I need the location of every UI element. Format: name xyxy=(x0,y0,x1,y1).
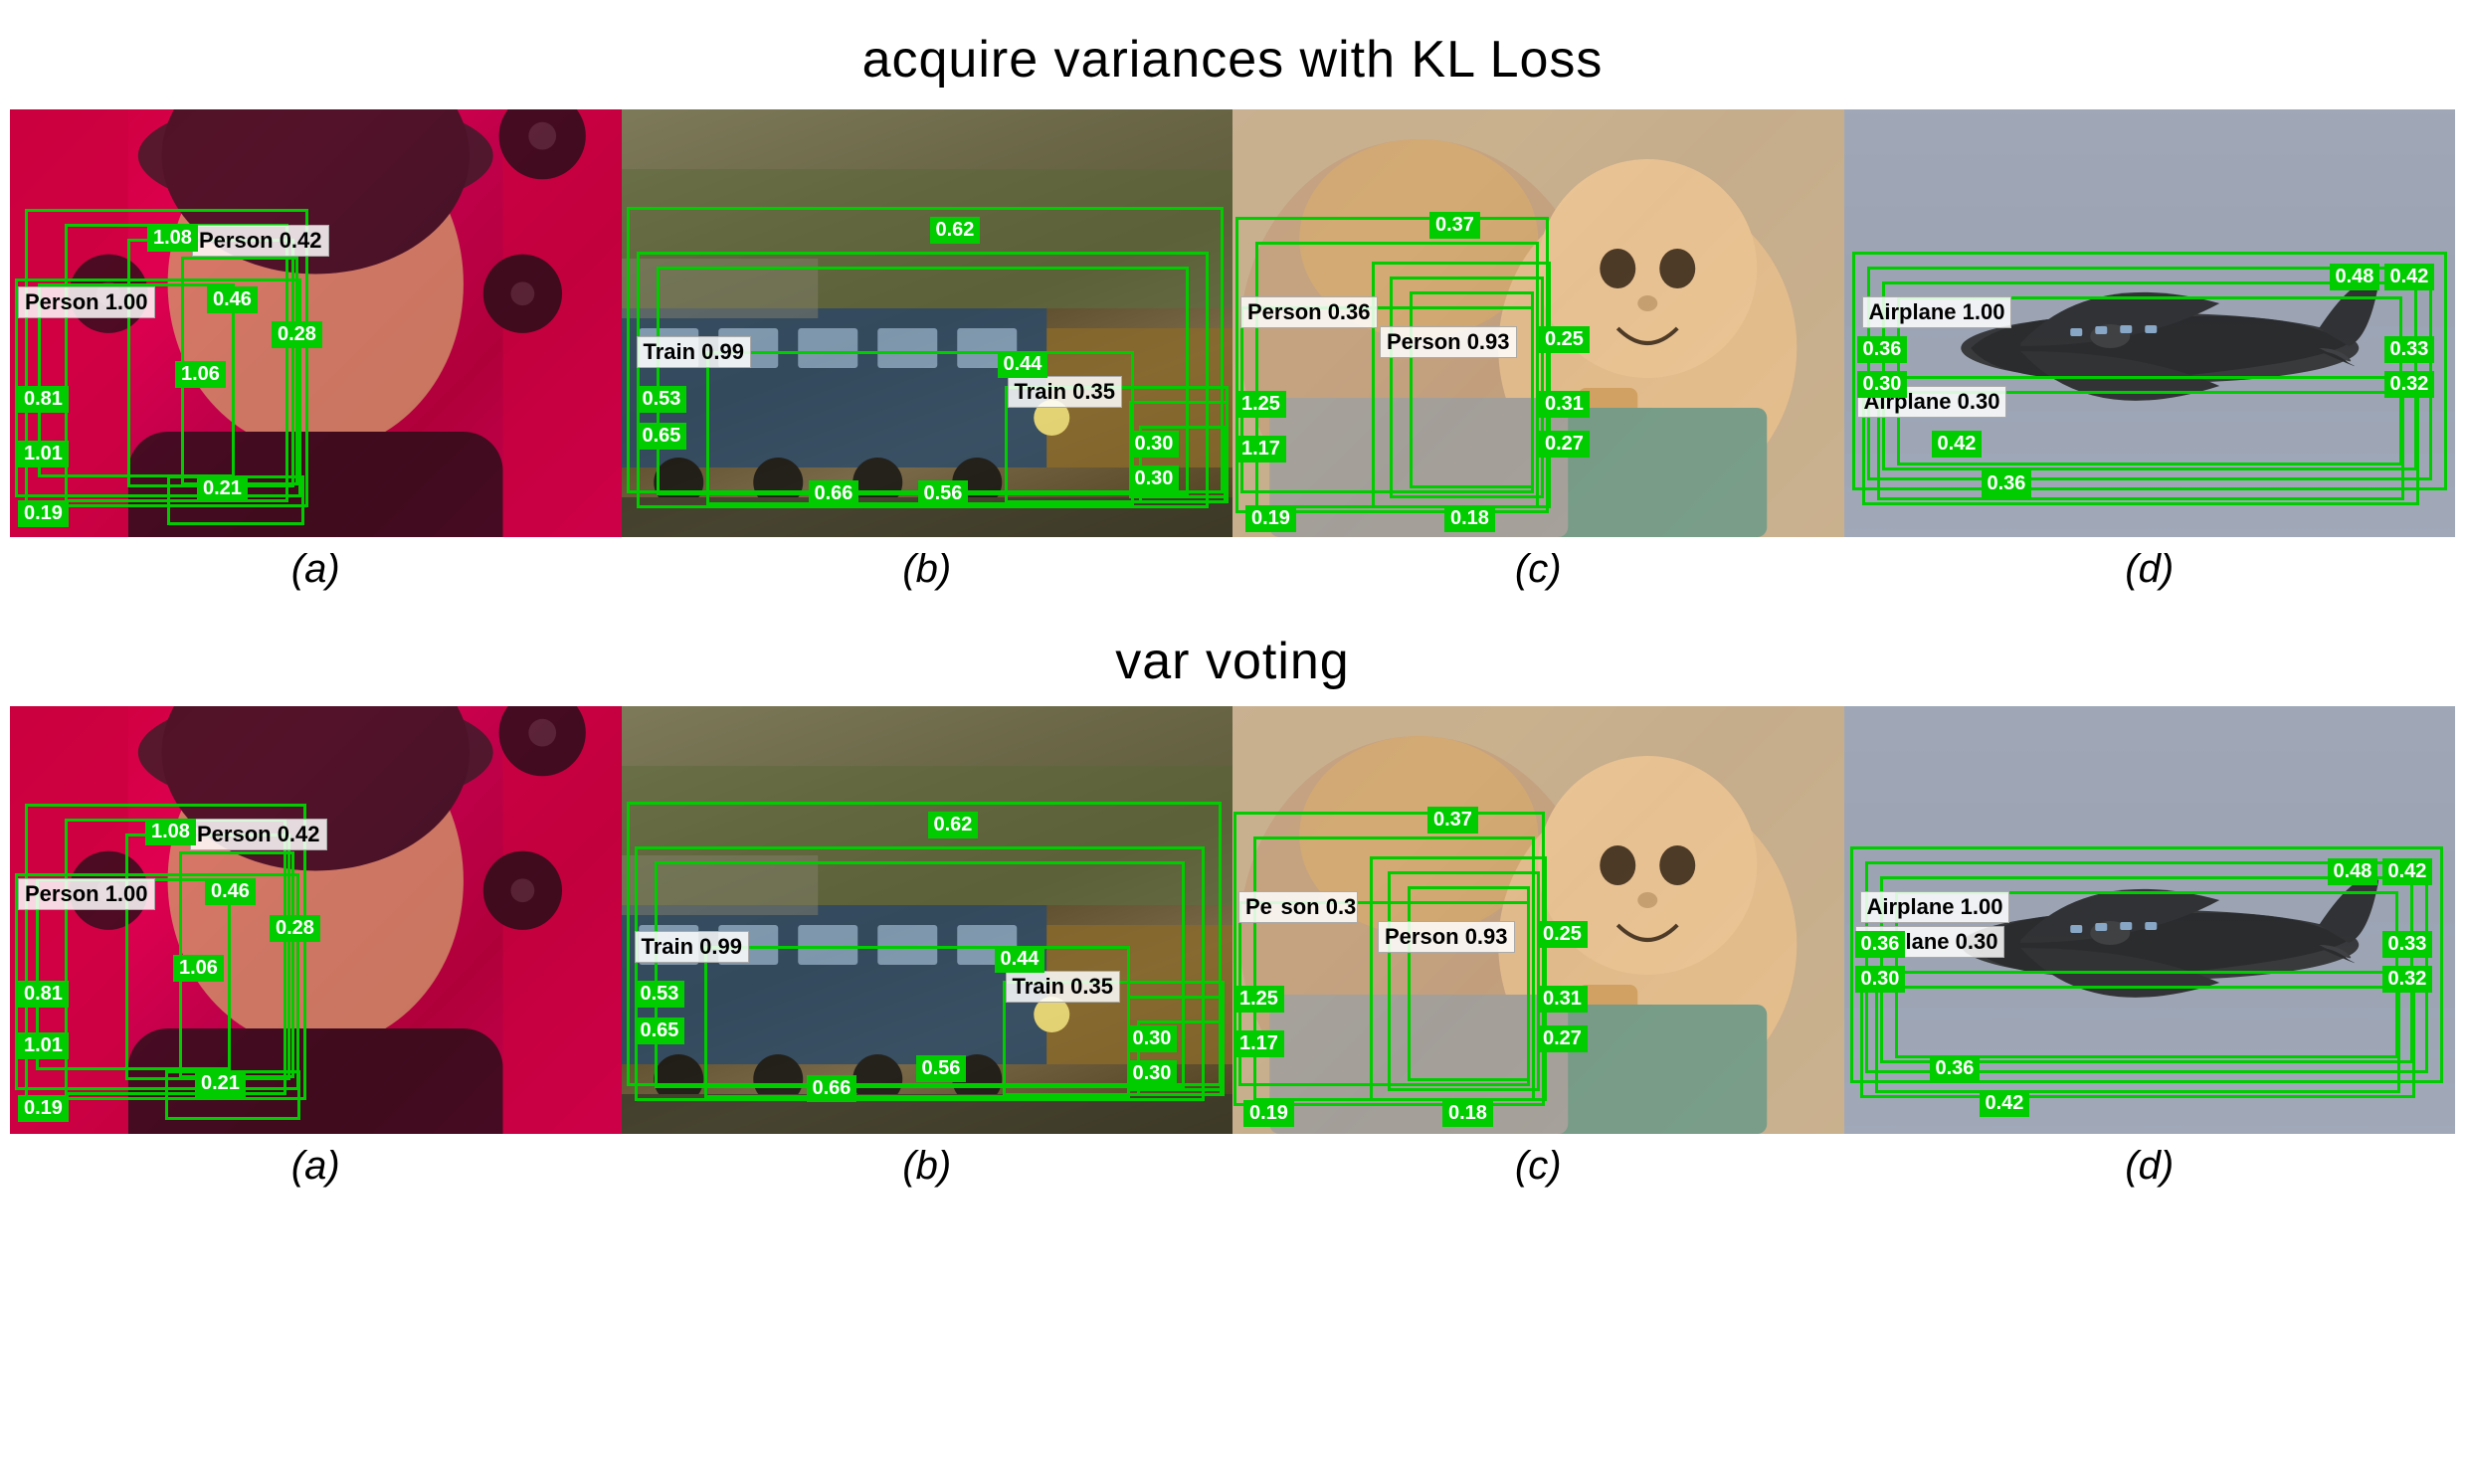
caption-c-top: (c) xyxy=(1232,547,1844,592)
cell-train-bot: Train 0.99 Train 0.35 0.62 0.44 0.53 0.6… xyxy=(622,706,1233,1134)
page-wrapper: acquire variances with KL Loss xyxy=(0,0,2465,1208)
caption-b-top: (b) xyxy=(622,547,1233,592)
caption-row-2: (a) (b) (c) (d) xyxy=(0,1134,2465,1208)
top-image-row: Person 1.00 Person 0.42 1.08 0.46 0.28 0… xyxy=(0,109,2465,537)
caption-a-top: (a) xyxy=(10,547,622,592)
cell-airplane-top: Airplane 1.00 Airplane 0.30 0.48 0.42 0.… xyxy=(1844,109,2456,537)
cell-person-bot: Person 1.00 Person 0.42 1.08 0.46 0.28 0… xyxy=(10,706,622,1134)
main-title: acquire variances with KL Loss xyxy=(0,0,2465,109)
caption-a-bot: (a) xyxy=(10,1144,622,1189)
cell-train-top: Train 0.99 Train 0.35 0.62 0.53 0.44 0.6… xyxy=(622,109,1233,537)
cell-baby-top: Person 0.36 Person 0.93 0.37 0.25 1.25 0… xyxy=(1232,109,1844,537)
caption-c-bot: (c) xyxy=(1232,1144,1844,1189)
cell-person-top: Person 1.00 Person 0.42 1.08 0.46 0.28 0… xyxy=(10,109,622,537)
caption-row-1: (a) (b) (c) (d) xyxy=(0,537,2465,612)
section2-title: var voting xyxy=(0,612,2465,706)
caption-d-bot: (d) xyxy=(1844,1144,2456,1189)
caption-d-top: (d) xyxy=(1844,547,2456,592)
bottom-image-row: Person 1.00 Person 0.42 1.08 0.46 0.28 0… xyxy=(0,706,2465,1134)
cell-airplane-bot: Airplane 1.00 Airplane 0.30 0.48 0.42 0.… xyxy=(1844,706,2456,1134)
cell-baby-bot: Person 0.36 Person 0.93 0.37 0.25 1.25 0… xyxy=(1232,706,1844,1134)
caption-b-bot: (b) xyxy=(622,1144,1233,1189)
